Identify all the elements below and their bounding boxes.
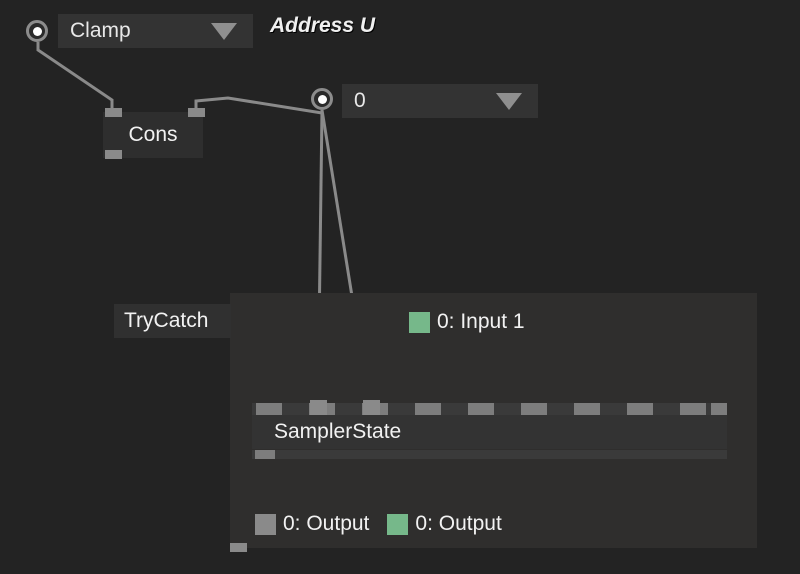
sampler-output-slot-0[interactable] — [255, 450, 275, 459]
chevron-down-icon — [496, 92, 522, 110]
clamp-dropdown[interactable]: Clamp — [58, 14, 253, 48]
cons-node-title: Cons — [128, 123, 178, 146]
clamp-radio-pin-icon[interactable] — [26, 20, 48, 42]
cons-input-pin-b[interactable] — [188, 108, 205, 117]
index-dropdown[interactable]: 0 — [342, 84, 538, 118]
cons-input-pin-a[interactable] — [105, 108, 122, 117]
sampler-connected-slot-3[interactable] — [363, 400, 380, 416]
output-port-label-1: 0: Output — [415, 512, 502, 535]
sampler-output-slot-bar[interactable] — [252, 450, 727, 459]
sampler-slot-5[interactable] — [521, 403, 547, 415]
trycatch-group-tab[interactable]: TryCatch — [114, 304, 231, 338]
output-port-swatch-1[interactable] — [387, 513, 409, 535]
sampler-slot-7[interactable] — [627, 403, 653, 415]
sampler-slot-6[interactable] — [574, 403, 600, 415]
output-port-label-0: 0: Output — [283, 512, 370, 535]
sampler-slot-8[interactable] — [680, 403, 706, 415]
index-radio-pin-icon[interactable] — [311, 88, 333, 110]
index-dropdown-value: 0 — [354, 89, 366, 112]
chevron-down-icon — [211, 22, 237, 40]
sampler-connected-slot-2[interactable] — [310, 400, 327, 416]
trycatch-group-title: TryCatch — [124, 309, 209, 332]
address-u-label: Address U — [270, 14, 376, 37]
trycatch-group-output-pin[interactable] — [230, 543, 247, 552]
clamp-dropdown-value: Clamp — [70, 19, 131, 42]
sampler-output-port-row: 0: Output 0: Output — [255, 512, 520, 536]
sampler-state-title: SamplerState — [274, 420, 402, 443]
node-graph-canvas[interactable]: Clamp Address U 0 Cons TryCatch 0: Input… — [0, 0, 800, 574]
sampler-slot-4[interactable] — [468, 403, 494, 415]
output-port-swatch-0[interactable] — [255, 513, 276, 535]
sampler-slot-3[interactable] — [415, 403, 441, 415]
cons-output-pin[interactable] — [105, 150, 122, 159]
input-port-label-0: 0: Input 1 — [437, 310, 525, 333]
sampler-state-node[interactable]: SamplerState — [252, 415, 727, 449]
sampler-input-port-row: 0: Input 1 — [409, 310, 543, 334]
sampler-slot-0[interactable] — [256, 403, 282, 415]
sampler-slot-9[interactable] — [711, 403, 727, 415]
input-port-swatch-0[interactable] — [409, 311, 430, 333]
